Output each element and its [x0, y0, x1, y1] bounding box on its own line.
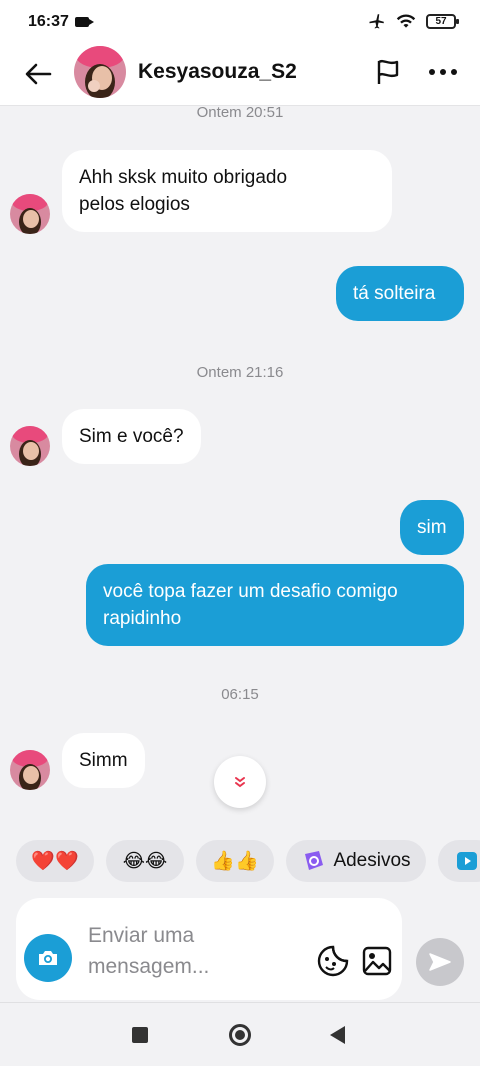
- avatar[interactable]: [10, 194, 50, 234]
- flag-icon[interactable]: [372, 56, 404, 88]
- sticker-pack-icon: [305, 851, 324, 870]
- message-composer: Enviar uma mensagem...: [0, 890, 480, 1002]
- message-received[interactable]: Simm: [62, 733, 145, 788]
- chat-header: Kesyasouza_S2: [0, 44, 480, 106]
- more-icon[interactable]: [426, 56, 460, 88]
- send-button[interactable]: [416, 938, 464, 986]
- back-arrow-icon[interactable]: [22, 58, 54, 90]
- system-navigation-bar: [0, 1002, 480, 1066]
- avatar[interactable]: [10, 426, 50, 466]
- message-received[interactable]: Ahh sksk muito obrigado pelos elogios: [62, 150, 392, 232]
- status-icons: 57: [368, 12, 459, 30]
- message-sent[interactable]: você topa fazer um desafio comigo rapidi…: [86, 564, 464, 646]
- chevron-down-icon: [235, 777, 245, 788]
- message-placeholder[interactable]: Enviar uma mensagem...: [88, 920, 288, 982]
- message-text: sim: [417, 517, 447, 538]
- status-bar: 16:37 57: [0, 0, 480, 44]
- status-time: 16:37: [28, 13, 69, 30]
- message-text: você topa fazer um desafio comigo: [103, 581, 398, 602]
- camera-icon: [39, 951, 57, 965]
- avatar[interactable]: [10, 750, 50, 790]
- system-back-button[interactable]: [330, 1026, 345, 1044]
- message-timestamp: Ontem 20:51: [196, 104, 284, 121]
- chat-username[interactable]: Kesyasouza_S2: [138, 60, 297, 84]
- message-input[interactable]: Enviar uma mensagem...: [16, 898, 402, 1000]
- avatar[interactable]: [74, 46, 126, 98]
- message-sent[interactable]: sim: [400, 500, 464, 555]
- video-sticker-button[interactable]: [438, 840, 480, 882]
- airplane-icon: [369, 14, 384, 29]
- message-text: tá solteira: [353, 283, 436, 304]
- quick-reactions: ❤️❤️ 😂😂 👍👍 Adesivos: [0, 838, 480, 884]
- message-text: Simm: [79, 750, 128, 771]
- play-icon: [457, 852, 477, 870]
- message-text: rapidinho: [103, 608, 182, 629]
- scroll-to-bottom-button[interactable]: [214, 756, 266, 808]
- home-button[interactable]: [229, 1024, 251, 1046]
- recent-apps-button[interactable]: [132, 1027, 148, 1043]
- placeholder-line: Enviar uma: [88, 924, 195, 947]
- placeholder-line: mensagem...: [88, 955, 210, 978]
- message-timestamp: 06:15: [221, 686, 259, 703]
- send-icon: [429, 953, 451, 971]
- message-sent[interactable]: tá solteira: [336, 266, 464, 321]
- quick-reply-laugh[interactable]: 😂😂: [106, 840, 184, 882]
- quick-reply-hearts[interactable]: ❤️❤️: [16, 840, 94, 882]
- battery-icon: 57: [426, 13, 459, 29]
- stickers-button[interactable]: Adesivos: [286, 840, 426, 882]
- message-text: pelos elogios: [79, 194, 190, 215]
- camera-button[interactable]: [24, 934, 72, 982]
- stickers-label: Adesivos: [333, 850, 411, 871]
- sticker-icon[interactable]: [316, 944, 350, 978]
- message-received[interactable]: Sim e você?: [62, 409, 201, 464]
- gallery-icon[interactable]: [360, 944, 394, 978]
- chat-messages: Ontem 20:51 Ahh sksk muito obrigado pelo…: [0, 104, 480, 896]
- wifi-icon: [396, 14, 416, 28]
- message-timestamp: Ontem 21:16: [196, 364, 284, 381]
- video-recording-icon: [75, 17, 94, 27]
- message-text: Sim e você?: [79, 426, 184, 447]
- quick-reply-thumbs[interactable]: 👍👍: [196, 840, 274, 882]
- message-text: Ahh sksk muito obrigado: [79, 167, 288, 188]
